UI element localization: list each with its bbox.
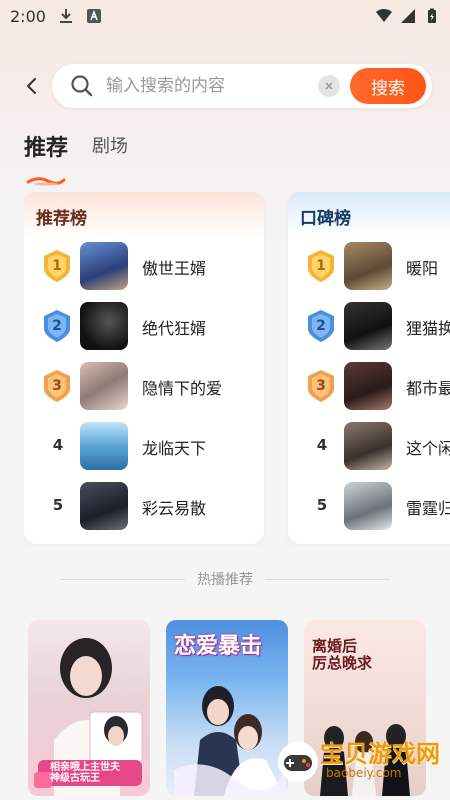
ranking-item[interactable]: 1 暖阳 xyxy=(288,236,450,296)
ranking-carousel[interactable]: 推荐榜 1 傲世王婿 2 绝代狂婿 3 隐情下的爱 4 龙临天下 5 彩云易散 … xyxy=(24,192,450,548)
rank-number: 4 xyxy=(52,436,64,454)
rank-number: 5 xyxy=(52,496,64,514)
drama-title: 傲世王婿 xyxy=(142,259,207,278)
ranking-item[interactable]: 2 狸猫换 xyxy=(288,296,450,356)
app-notification-icon xyxy=(86,9,101,23)
bronze-medal-icon: 3 xyxy=(306,369,336,403)
ranking-item[interactable]: 5 彩云易散 xyxy=(24,476,264,536)
drama-poster[interactable]: 相亲哦上主世夫 神级古玩王 xyxy=(28,620,150,796)
drama-thumbnail xyxy=(80,242,128,290)
drama-thumbnail xyxy=(80,482,128,530)
ranking-title: 推荐榜 xyxy=(24,192,264,236)
ranking-title: 口碑榜 xyxy=(288,192,450,236)
clear-search-button[interactable] xyxy=(318,75,340,97)
drama-thumbnail xyxy=(80,362,128,410)
watermark-url: baobeiy.com xyxy=(326,766,402,780)
download-icon xyxy=(59,9,72,23)
poster-title: 相亲哦上主世夫 神级古玩王 xyxy=(50,762,120,784)
section-title: 热播推荐 xyxy=(197,572,253,588)
watermark-text: 宝贝游戏网 xyxy=(320,740,440,768)
drama-title: 绝代狂婿 xyxy=(142,319,207,338)
ranking-item[interactable]: 1 傲世王婿 xyxy=(24,236,264,296)
drama-thumbnail xyxy=(80,302,128,350)
drama-title: 暖阳 xyxy=(406,259,439,278)
ranking-item[interactable]: 3 隐情下的爱 xyxy=(24,356,264,416)
back-button[interactable] xyxy=(18,72,46,100)
drama-thumbnail xyxy=(80,422,128,470)
poster-title: 离婚后 厉总晚求 xyxy=(312,637,373,672)
search-row: 搜索 xyxy=(0,62,450,110)
reputation-ranking-card[interactable]: 口碑榜 1 暖阳 2 狸猫换 3 都市最 4 这个闲 5 雷霆归 xyxy=(288,192,450,544)
close-icon xyxy=(325,82,333,90)
drama-title: 都市最 xyxy=(406,379,450,398)
chevron-left-icon xyxy=(27,78,36,94)
hot-section-header: 热播推荐 xyxy=(60,568,390,590)
signal-icon xyxy=(401,9,415,23)
search-input[interactable] xyxy=(106,72,306,100)
wifi-icon xyxy=(376,8,392,22)
search-icon xyxy=(71,75,93,97)
drama-thumbnail xyxy=(344,362,392,410)
status-time: 2:00 xyxy=(10,6,46,26)
site-watermark: 宝贝游戏网 baobeiy.com xyxy=(276,734,446,790)
divider xyxy=(265,578,390,580)
drama-title: 龙临天下 xyxy=(142,439,207,458)
ranking-item[interactable]: 5 雷霆归 xyxy=(288,476,450,536)
rank-number: 4 xyxy=(316,436,328,454)
drama-title: 隐情下的爱 xyxy=(142,379,223,398)
blue-medal-icon: 2 xyxy=(306,309,336,343)
drama-thumbnail xyxy=(344,302,392,350)
search-box[interactable]: 搜索 xyxy=(52,64,432,108)
ranking-item[interactable]: 4 这个闲 xyxy=(288,416,450,476)
drama-title: 彩云易散 xyxy=(142,499,207,518)
ranking-item[interactable]: 2 绝代狂婿 xyxy=(24,296,264,356)
ranking-item[interactable]: 3 都市最 xyxy=(288,356,450,416)
tab-recommend[interactable]: 推荐 xyxy=(24,130,68,162)
drama-thumbnail xyxy=(344,482,392,530)
divider xyxy=(60,578,185,580)
drama-title: 狸猫换 xyxy=(406,319,450,338)
search-button[interactable]: 搜索 xyxy=(350,68,426,104)
drama-title: 雷霆归 xyxy=(406,499,450,518)
bronze-medal-icon: 3 xyxy=(42,369,72,403)
category-tabs: 推荐 剧场 xyxy=(24,130,128,162)
status-bar: 2:00 xyxy=(0,0,450,32)
tab-theater[interactable]: 剧场 xyxy=(92,132,128,162)
ranking-item[interactable]: 4 龙临天下 xyxy=(24,416,264,476)
blue-medal-icon: 2 xyxy=(42,309,72,343)
active-tab-indicator xyxy=(26,177,66,186)
gold-medal-icon: 1 xyxy=(42,249,72,283)
drama-poster[interactable]: 恋爱暴击 xyxy=(166,620,288,796)
drama-thumbnail xyxy=(344,242,392,290)
recommend-ranking-card[interactable]: 推荐榜 1 傲世王婿 2 绝代狂婿 3 隐情下的爱 4 龙临天下 5 彩云易散 xyxy=(24,192,264,544)
rank-number: 5 xyxy=(316,496,328,514)
gamepad-logo-icon xyxy=(278,742,318,782)
battery-icon xyxy=(428,8,436,23)
drama-title: 这个闲 xyxy=(406,439,450,458)
gold-medal-icon: 1 xyxy=(306,249,336,283)
drama-thumbnail xyxy=(344,422,392,470)
poster-title: 恋爱暴击 xyxy=(174,634,263,659)
